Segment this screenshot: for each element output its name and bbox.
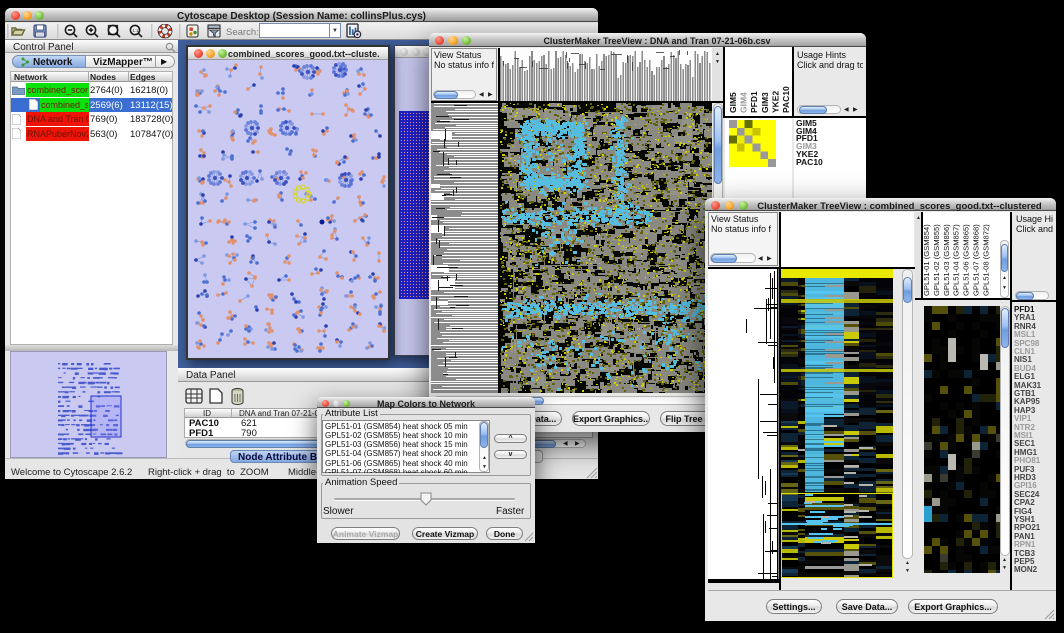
svg-text:PAC10: PAC10 <box>781 86 791 113</box>
svg-text:GPL51-04 (GSM857): GPL51-04 (GSM857) <box>952 224 961 296</box>
svg-text:GPL51-02 (GSM855): GPL51-02 (GSM855) <box>932 224 941 296</box>
svg-text:GIM3: GIM3 <box>760 92 770 113</box>
svg-text:YKE2: YKE2 <box>770 91 780 113</box>
svg-text:GIM5: GIM5 <box>728 92 738 113</box>
svg-text:PFD1: PFD1 <box>749 91 759 113</box>
svg-text:GPL51-06 (GSM865): GPL51-06 (GSM865) <box>962 224 971 296</box>
svg-text:GIM4: GIM4 <box>739 92 749 113</box>
svg-text:GPL51-03 (GSM856): GPL51-03 (GSM856) <box>942 224 951 296</box>
svg-text:GPL51-01 (GSM854): GPL51-01 (GSM854) <box>922 224 931 296</box>
svg-text:1:1: 1:1 <box>132 28 139 33</box>
svg-text:GPL51-08 (GSM872): GPL51-08 (GSM872) <box>981 224 990 296</box>
svg-text:GPL51-07 (GSM868): GPL51-07 (GSM868) <box>972 224 981 296</box>
